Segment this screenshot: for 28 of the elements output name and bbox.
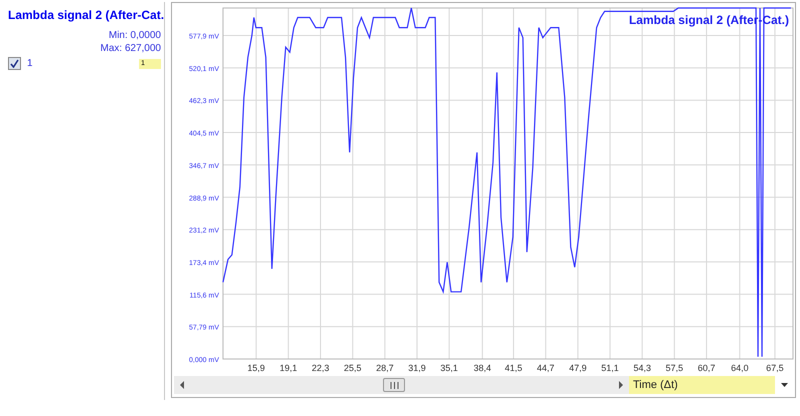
x-tick-label: 51,1 — [601, 363, 619, 373]
x-tick-label: 31,9 — [408, 363, 426, 373]
x-tick-label: 35,1 — [440, 363, 458, 373]
x-tick-label: 54,3 — [633, 363, 651, 373]
x-tick-label: 19,1 — [280, 363, 298, 373]
x-tick-label: 25,5 — [344, 363, 362, 373]
x-tick-label: 60,7 — [698, 363, 716, 373]
horizontal-scrollbar[interactable] — [174, 376, 629, 394]
scrollbar-thumb[interactable] — [383, 378, 405, 392]
x-tick-label: 64,0 — [730, 363, 748, 373]
x-tick-label: 38,4 — [474, 363, 492, 373]
legend-title: Lambda signal 2 (After-Cat. — [8, 8, 161, 23]
x-tick-label: 57,5 — [666, 363, 684, 373]
x-tick-label: 67,5 — [766, 363, 784, 373]
caret-icon — [780, 383, 788, 387]
x-tick-label: 41,5 — [504, 363, 522, 373]
x-tick-label: 15,9 — [247, 363, 265, 373]
x-tick-label: 28,7 — [376, 363, 394, 373]
min-value: Min: 0,0000 — [108, 29, 161, 42]
series-label: 1 — [27, 58, 34, 69]
grip-icon — [390, 382, 398, 388]
scroll-left-icon[interactable] — [179, 381, 185, 389]
x-tick-label: 22,3 — [312, 363, 330, 373]
scroll-right-icon[interactable] — [618, 381, 624, 389]
x-tick-label: 47,9 — [569, 363, 587, 373]
max-value: Max: 627,000 — [99, 42, 161, 55]
x-tick-label: 44,7 — [536, 363, 554, 373]
checkbox[interactable] — [8, 57, 21, 70]
